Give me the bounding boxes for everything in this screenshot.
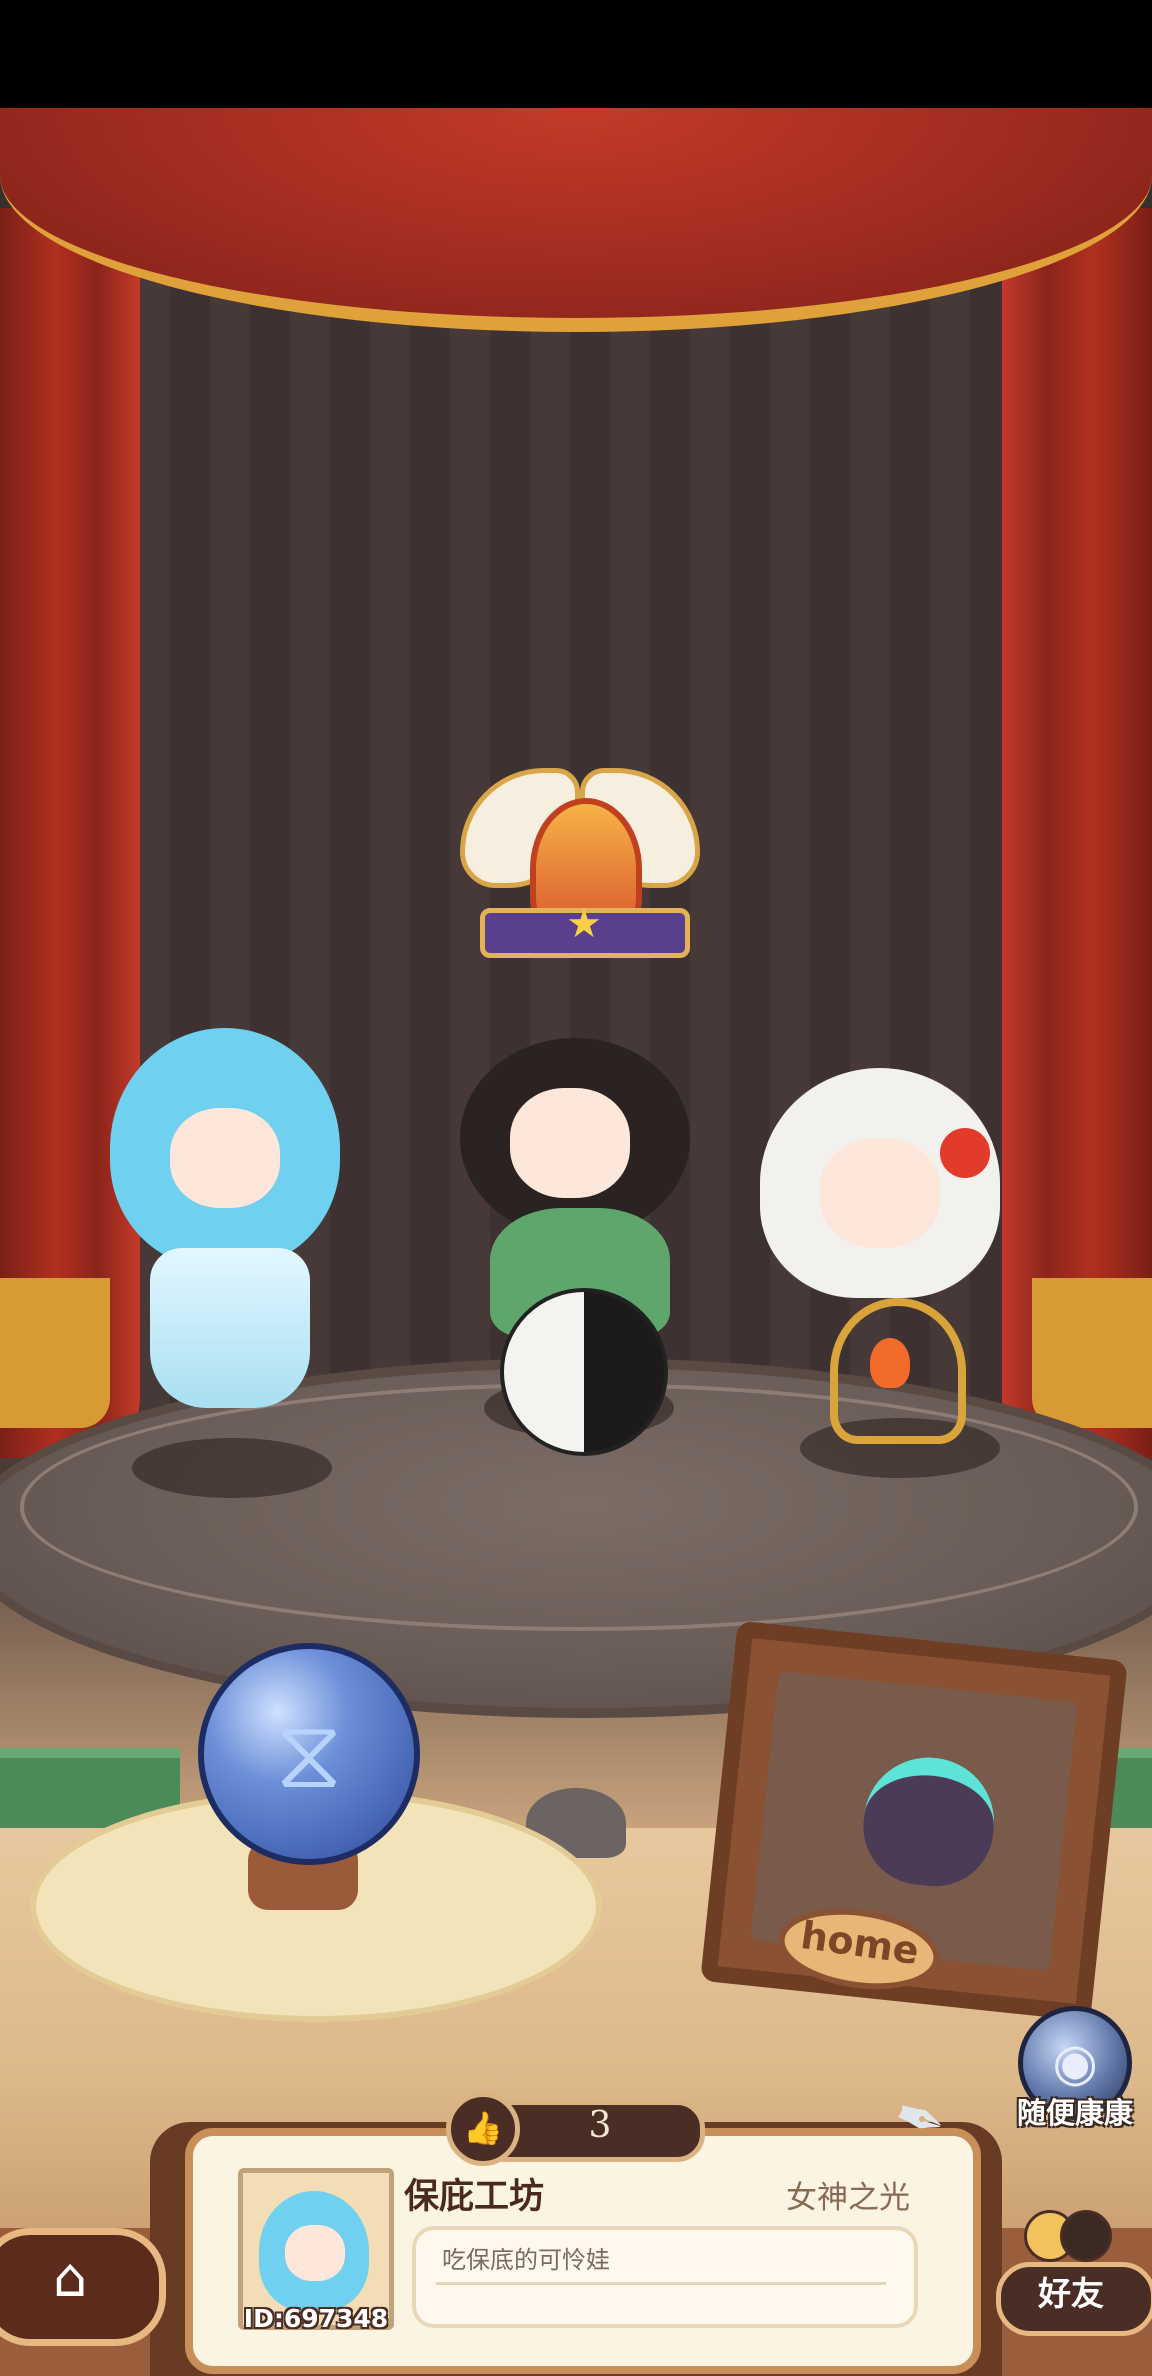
curtain-fringe-left bbox=[0, 1278, 110, 1428]
character-dress bbox=[150, 1248, 310, 1408]
star-icon: ★ bbox=[566, 901, 602, 947]
thumbs-up-icon[interactable]: 👍 bbox=[446, 2092, 520, 2166]
character-ice-fox-girl[interactable] bbox=[110, 1028, 350, 1428]
character-taoist-fisher[interactable] bbox=[460, 1038, 700, 1458]
character-face bbox=[170, 1108, 280, 1208]
character-face bbox=[510, 1088, 630, 1198]
flower-icon bbox=[940, 1128, 990, 1178]
signature-text: 吃保底的可怜娃 bbox=[442, 2246, 610, 2274]
hourglass-icon: ⧖ bbox=[275, 1698, 343, 1810]
winged-trophy-badge-icon[interactable]: ★ bbox=[460, 758, 700, 978]
like-count: 3 bbox=[588, 2105, 612, 2146]
character-lantern-girl[interactable] bbox=[760, 1068, 1020, 1448]
friend-head-dark bbox=[1060, 2210, 1112, 2262]
character-face bbox=[820, 1138, 940, 1248]
friends-label[interactable]: 好友 bbox=[996, 2262, 1146, 2326]
user-id: ID:697348 bbox=[243, 2304, 389, 2333]
yin-yang-icon bbox=[500, 1288, 668, 1456]
avatar-face bbox=[285, 2225, 345, 2281]
flame-icon bbox=[870, 1338, 910, 1388]
hourglass-orb-button[interactable]: ⧖ bbox=[198, 1643, 420, 1865]
curtain-fringe-right bbox=[1032, 1278, 1152, 1428]
user-title: 女神之光 bbox=[786, 2180, 910, 2216]
home-icon: ⌂ bbox=[52, 2246, 88, 2309]
showcase-stage: ★ bbox=[0, 108, 1152, 2376]
character-shadow bbox=[132, 1438, 332, 1498]
curtain-right bbox=[1002, 208, 1152, 1458]
status-bar bbox=[0, 0, 1152, 108]
friends-icon bbox=[1016, 2190, 1116, 2270]
user-name: 保庇工坊 bbox=[404, 2177, 545, 2217]
random-visit-label[interactable]: 随便康康 bbox=[1000, 2090, 1150, 2132]
signature-divider bbox=[436, 2282, 886, 2285]
cauldron-icon bbox=[857, 1751, 1001, 1893]
